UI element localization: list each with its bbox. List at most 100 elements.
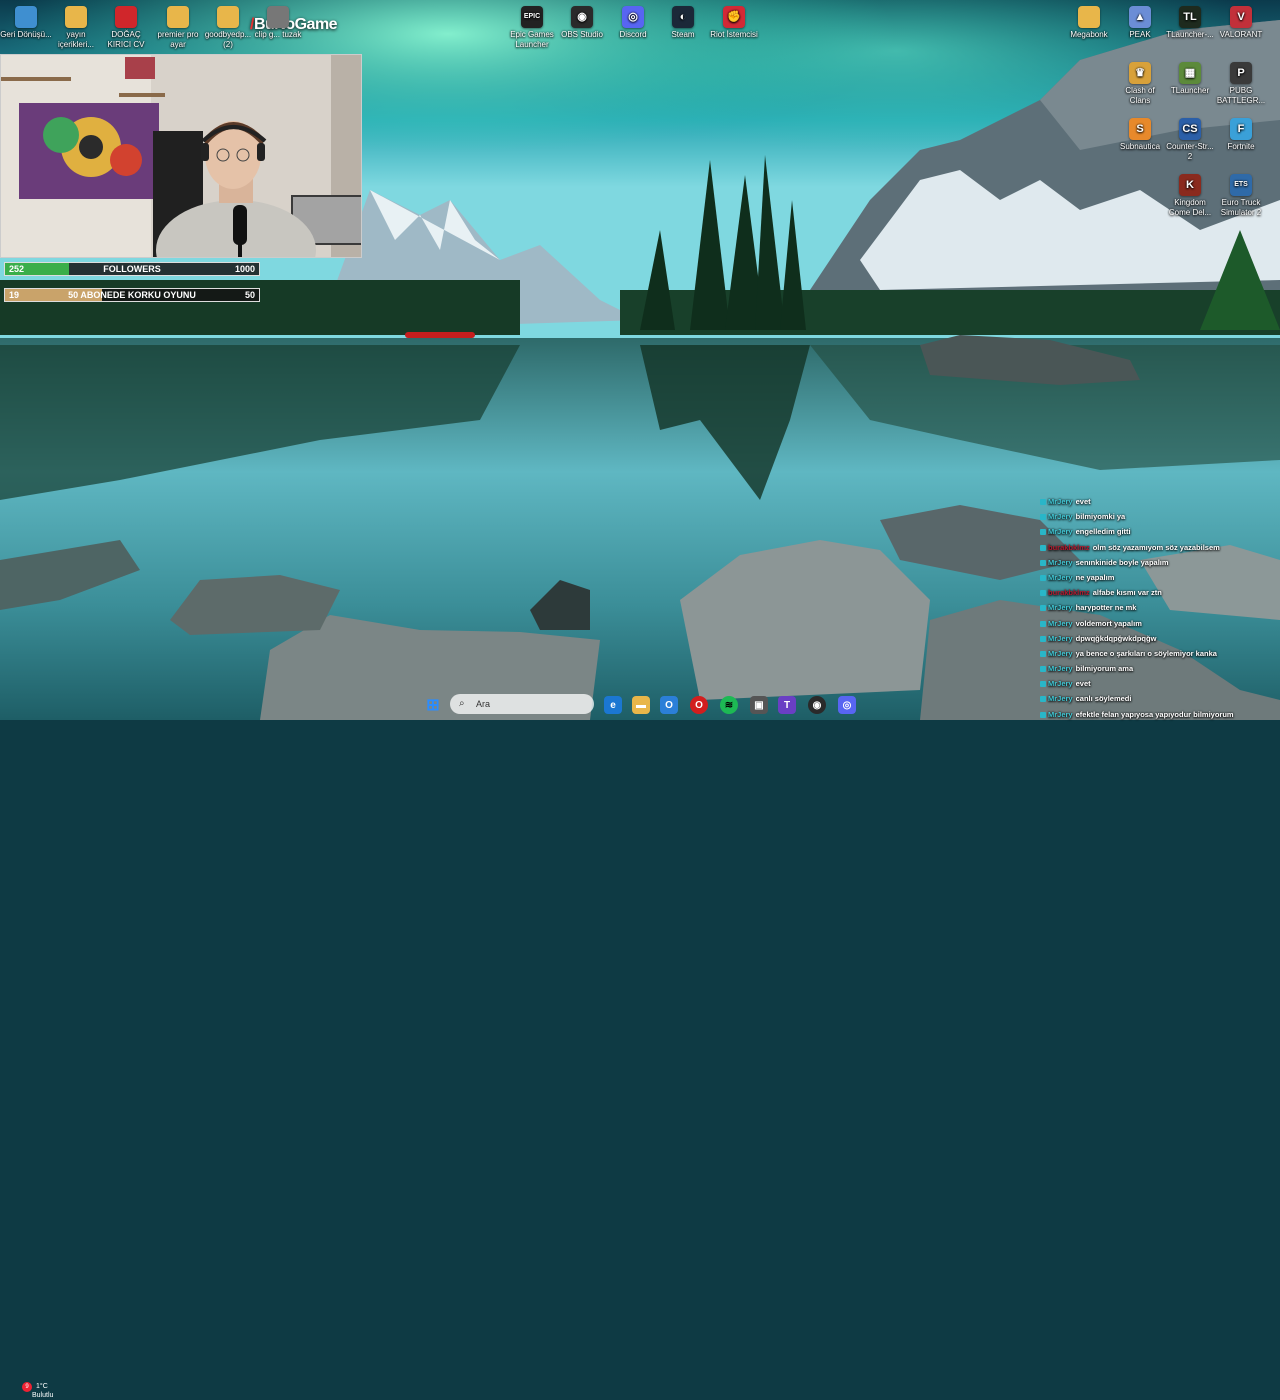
desktop-shortcut-label: Fortnite: [1227, 142, 1255, 151]
chat-username: MrJery: [1048, 572, 1073, 582]
desktop-shortcut-label: Epic Games Launcher: [510, 30, 554, 49]
edge-icon[interactable]: e: [604, 696, 622, 714]
desktop-shortcut-label: Geri Dönüşü...: [0, 30, 52, 39]
peak-icon: ▲: [1129, 6, 1151, 28]
desktop-shortcut-label: DOĞAÇ KIRICI CV: [107, 30, 145, 49]
desktop-shortcut-valorant[interactable]: V VALORANT: [1215, 6, 1267, 40]
desktop-shortcut-label: yayın içerikleri...: [57, 30, 94, 49]
chat-text: ya bence o şarkıları o söylemiyor kanka: [1075, 648, 1217, 658]
desktop-shortcut-riot[interactable]: ✊ Riot İstemcisi: [708, 6, 760, 40]
chat-message: burakbklmz alfabe kısmı var ztn: [1040, 585, 1280, 600]
chat-message: MrJery senınkinide boyle yapalım: [1040, 555, 1280, 570]
fortnite-icon: F: [1230, 118, 1252, 140]
opera-icon[interactable]: O: [690, 696, 708, 714]
search-placeholder: Ara: [476, 699, 491, 709]
webcam-overlay: [0, 54, 362, 258]
desktop-shortcut-folder[interactable]: yayın içerikleri...: [50, 6, 102, 50]
desktop-shortcut-fortnite[interactable]: F Fortnite: [1215, 118, 1267, 152]
chat-badge-icon: [1040, 620, 1046, 627]
pdf-icon: [115, 6, 137, 28]
followers-goal-bar: 252 FOLLOWERS 1000: [4, 262, 260, 276]
desktop-shortcut-tlauncher[interactable]: TL TLauncher-...: [1164, 6, 1216, 40]
chat-badge-icon: [1040, 514, 1046, 521]
desktop-shortcut-pdf[interactable]: DOĞAÇ KIRICI CV: [100, 6, 152, 50]
desktop-shortcut-label: OBS Studio: [561, 30, 603, 39]
clash-of-clans-icon: ♛: [1129, 62, 1151, 84]
weather-widget[interactable]: 9 1°C Bulutlu: [12, 1382, 53, 1400]
desktop-shortcut-obs[interactable]: ◉ OBS Studio: [556, 6, 608, 40]
chat-badge-icon: [1040, 681, 1046, 688]
desktop-shortcut-pubg[interactable]: P PUBG BATTLEGR...: [1215, 62, 1267, 106]
chat-text: engelledim gitti: [1075, 527, 1131, 537]
desktop-shortcut-kingdom-come[interactable]: K Kingdom Come Del...: [1164, 174, 1216, 218]
desktop-shortcut-label: PEAK: [1129, 30, 1151, 39]
chat-username: MrJery: [1048, 497, 1073, 506]
weather-badge: 9: [22, 1382, 32, 1392]
chat-message: MrJery ne yapalım: [1040, 570, 1280, 585]
discord-taskbar-icon[interactable]: ◎: [838, 696, 856, 714]
desktop-shortcut-label: goodbyedp... (2): [204, 30, 252, 49]
desktop-shortcut-label: Euro Truck Simulator 2: [1220, 198, 1262, 217]
chat-badge-icon: [1040, 499, 1046, 506]
file-explorer-icon[interactable]: ▬: [632, 696, 650, 714]
desktop-shortcut-label: premier pro ayar: [157, 30, 199, 49]
obs-taskbar-icon[interactable]: ◉: [808, 696, 826, 714]
desktop-shortcut-euro-truck[interactable]: ETS Euro Truck Simulator 2: [1215, 174, 1267, 218]
chat-message: MrJery engelledim gitti: [1040, 524, 1280, 539]
chat-message: MrJery dpwqğkdqpğwkdpqğw: [1040, 631, 1280, 646]
desktop-shortcut-label: Steam: [671, 30, 695, 39]
desktop-shortcut-label: VALORANT: [1219, 30, 1263, 39]
riot-icon: ✊: [723, 6, 745, 28]
chat-badge-icon: [1040, 529, 1046, 536]
subs-goal-bar: 19 50 ABONEDE KORKU OYUNU 50: [4, 288, 260, 302]
epic-games-icon: EPIC: [521, 6, 543, 28]
chat-badge-icon: [1040, 605, 1046, 612]
folder-icon: [217, 6, 239, 28]
start-button[interactable]: ⊞: [424, 696, 442, 714]
subnautica-icon: S: [1129, 118, 1151, 140]
desktop-shortcut-clash-of-clans[interactable]: ♛ Clash of Clans: [1114, 62, 1166, 106]
chat-badge-icon: [1040, 574, 1046, 581]
desktop-shortcut-steam[interactable]: ◐ Steam: [657, 6, 709, 40]
folder-icon: [167, 6, 189, 28]
folder-icon: [1078, 6, 1100, 28]
spotify-icon[interactable]: ≋: [720, 696, 738, 714]
chat-username: MrJery: [1048, 664, 1073, 674]
desktop-shortcut-minecraft[interactable]: ▦ TLauncher: [1164, 62, 1216, 96]
folder-icon: [65, 6, 87, 28]
taskbar-search[interactable]: ⌕ Ara: [450, 694, 594, 714]
chat-badge-icon: [1040, 650, 1046, 657]
desktop-shortcut-counter-strike[interactable]: CS Counter-Str... 2: [1164, 118, 1216, 162]
chat-text: harypotter ne mk: [1075, 603, 1137, 613]
desktop-shortcut-folder[interactable]: goodbyedp... (2): [202, 6, 254, 50]
desktop-shortcut-label: Kingdom Come Del...: [1168, 198, 1212, 217]
desktop-shortcut-epic-games[interactable]: EPIC Epic Games Launcher: [506, 6, 558, 50]
subs-goal-title: 50 ABONEDE KORKU OYUNU: [68, 290, 196, 300]
chat-username: MrJery: [1048, 679, 1073, 689]
desktop-shortcut-label: Subnautica: [1119, 142, 1161, 151]
chat-username: MrJery: [1048, 527, 1073, 537]
desktop-shortcut-label: Discord: [619, 30, 647, 39]
outlook-icon[interactable]: O: [660, 696, 678, 714]
desktop-shortcut-discord[interactable]: ◎ Discord: [607, 6, 659, 40]
desktop-shortcut-recycle-bin[interactable]: Geri Dönüşü...: [0, 6, 52, 40]
desktop-shortcut-folder[interactable]: Megabonk: [1063, 6, 1115, 40]
pubg-icon: P: [1230, 62, 1252, 84]
desktop-shortcut-file[interactable]: clip g... tuzak: [252, 6, 304, 40]
desktop-shortcut-label: Clash of Clans: [1125, 86, 1155, 105]
chat-text: bilmiyorum ama: [1075, 664, 1134, 674]
chat-message: MrJery ya bence o şarkıları o söylemiyor …: [1040, 646, 1280, 661]
app-icon[interactable]: ▣: [750, 696, 768, 714]
euro-truck-icon: ETS: [1230, 174, 1252, 196]
chat-message: burakbklmz olm söz yazamıyom söz yazabils…: [1040, 540, 1280, 555]
chat-username: MrJery: [1048, 633, 1073, 643]
teams-icon[interactable]: T: [778, 696, 796, 714]
subs-goal-target: 50: [244, 290, 255, 300]
steam-icon: ◐: [672, 6, 694, 28]
desktop-shortcut-label: Megabonk: [1070, 30, 1108, 39]
desktop-shortcut-subnautica[interactable]: S Subnautica: [1114, 118, 1166, 152]
weather-temp: 1°C: [36, 1383, 48, 1390]
chat-badge-icon: [1040, 559, 1046, 566]
desktop-shortcut-peak[interactable]: ▲ PEAK: [1114, 6, 1166, 40]
desktop-shortcut-folder[interactable]: premier pro ayar: [152, 6, 204, 50]
